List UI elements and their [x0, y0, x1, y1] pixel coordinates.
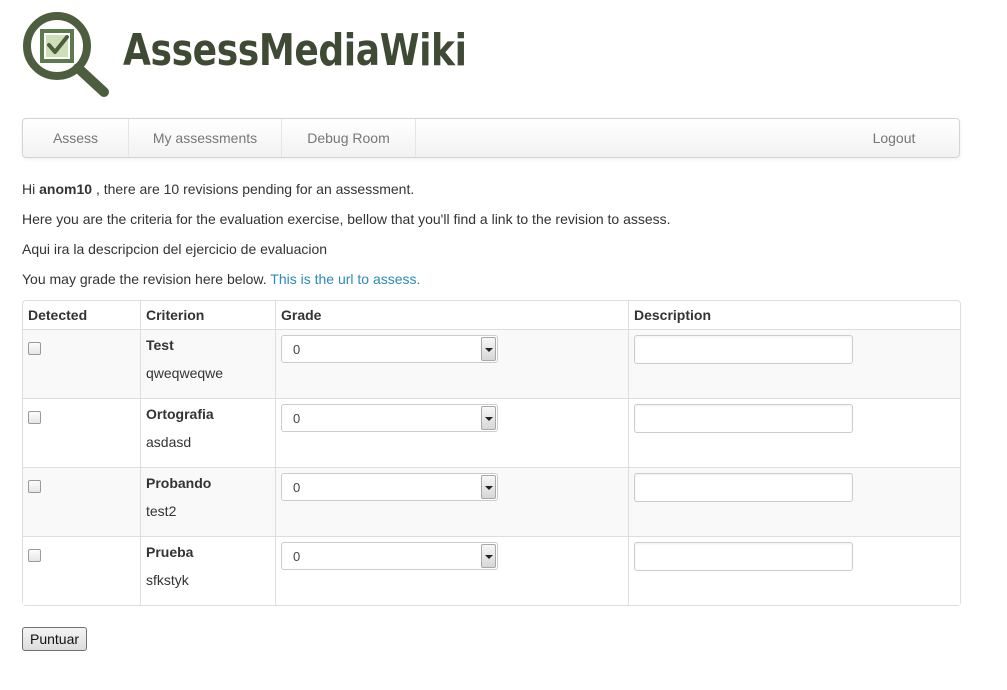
description-input[interactable] — [634, 542, 853, 571]
assess-url-link[interactable]: This is the url to assess. — [270, 271, 420, 287]
description-input[interactable] — [634, 404, 853, 433]
greeting-line: Hi anom10 , there are 10 revisions pendi… — [22, 181, 414, 197]
pending-text: , there are 10 revisions pending for an … — [95, 181, 415, 197]
chevron-down-icon[interactable] — [481, 406, 496, 430]
username: anom10 — [39, 181, 93, 197]
magnifier-checkbox-icon — [20, 10, 112, 100]
criteria-table: Detected Criterion Grade Description Tes… — [22, 300, 961, 606]
nav-logout[interactable]: Logout — [829, 119, 959, 157]
chevron-down-icon[interactable] — [481, 475, 496, 499]
grade-instructions: You may grade the revision here below. T… — [22, 271, 420, 287]
logo[interactable]: AssessMediaWiki — [20, 10, 467, 100]
header-grade: Grade — [275, 301, 628, 329]
criterion-description: sfkstyk — [146, 572, 189, 588]
detected-checkbox[interactable] — [28, 411, 41, 424]
criteria-text: Here you are the criteria for the evalua… — [22, 211, 671, 227]
header-criterion: Criterion — [140, 301, 275, 329]
header-description: Description — [628, 301, 960, 329]
grade-value: 0 — [293, 342, 301, 357]
table-row: Probando test2 0 — [23, 467, 960, 536]
greeting-hi: Hi — [22, 181, 36, 197]
chevron-down-icon[interactable] — [481, 544, 496, 568]
grade-text: You may grade the revision here below. — [22, 271, 267, 287]
grade-select[interactable]: 0 — [281, 542, 498, 570]
page: AssessMediaWiki Assess My assessments De… — [0, 0, 1007, 690]
grade-value: 0 — [293, 480, 301, 495]
criterion-name: Test — [146, 337, 174, 353]
criterion-name: Ortografia — [146, 406, 214, 422]
grade-select[interactable]: 0 — [281, 335, 498, 363]
criterion-description: qweqweqwe — [146, 365, 224, 381]
nav-assess[interactable]: Assess — [23, 119, 129, 157]
description-input[interactable] — [634, 335, 853, 364]
grade-select[interactable]: 0 — [281, 473, 498, 501]
detected-checkbox[interactable] — [28, 342, 41, 355]
detected-checkbox[interactable] — [28, 549, 41, 562]
criterion-description: test2 — [146, 503, 177, 519]
criterion-description: asdasd — [146, 434, 192, 450]
detected-checkbox[interactable] — [28, 480, 41, 493]
table-row: Test qweqweqwe 0 — [23, 329, 960, 398]
nav-debug-room[interactable]: Debug Room — [282, 119, 416, 157]
table-header-row: Detected Criterion Grade Description — [23, 301, 960, 329]
header-detected: Detected — [28, 307, 88, 323]
exercise-description: Aqui ira la descripcion del ejercicio de… — [22, 241, 328, 257]
navbar: Assess My assessments Debug Room Logout — [22, 118, 960, 158]
criterion-name: Prueba — [146, 544, 194, 560]
app-title: AssessMediaWiki — [123, 25, 467, 76]
grade-value: 0 — [293, 411, 301, 426]
nav-my-assessments[interactable]: My assessments — [129, 119, 282, 157]
table-row: Prueba sfkstyk 0 — [23, 536, 960, 605]
table-row: Ortografia asdasd 0 — [23, 398, 960, 467]
chevron-down-icon[interactable] — [481, 337, 496, 361]
submit-button[interactable]: Puntuar — [22, 627, 88, 651]
description-input[interactable] — [634, 473, 853, 502]
grade-select[interactable]: 0 — [281, 404, 498, 432]
criterion-name: Probando — [146, 475, 212, 491]
grade-value: 0 — [293, 549, 301, 564]
